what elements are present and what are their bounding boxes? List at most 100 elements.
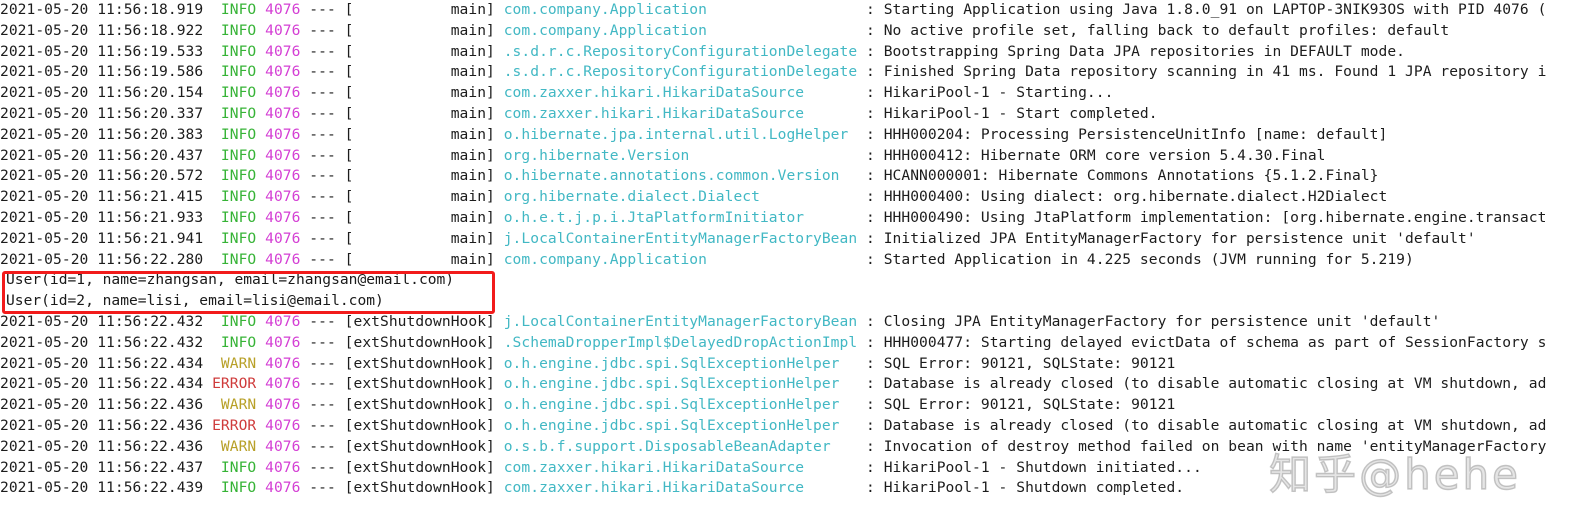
log-line: 2021-05-20 11:56:22.432 INFO 4076 --- [e… <box>0 312 1577 333</box>
log-colon: : <box>857 42 884 60</box>
log-colon: : <box>857 416 884 434</box>
log-thread: [ main] <box>344 104 504 122</box>
log-message: SQL Error: 90121, SQLState: 90121 <box>883 354 1176 372</box>
log-level: INFO <box>212 84 257 102</box>
log-timestamp: 2021-05-20 11:56:22.280 <box>0 250 213 268</box>
log-pid: 4076 <box>265 375 301 393</box>
log-pid: 4076 <box>265 21 301 39</box>
log-level: INFO <box>212 21 257 39</box>
log-logger: o.h.engine.jdbc.spi.SqlExceptionHelper <box>503 354 858 372</box>
log-pid: 4076 <box>265 104 301 122</box>
log-message: HHH000477: Starting delayed evictData of… <box>883 333 1547 351</box>
log-logger: o.h.engine.jdbc.spi.SqlExceptionHelper <box>503 396 858 414</box>
console-log-viewport[interactable]: 2021-05-20 11:56:18.919 INFO 4076 --- [ … <box>0 0 1577 524</box>
log-pid: 4076 <box>265 84 301 102</box>
log-colon: : <box>857 479 884 497</box>
log-thread: [ main] <box>344 188 504 206</box>
log-thread: [ main] <box>344 167 504 185</box>
log-separator: --- <box>300 167 345 185</box>
log-level: WARN <box>212 437 257 455</box>
log-colon: : <box>857 333 884 351</box>
log-message: SQL Error: 90121, SQLState: 90121 <box>883 396 1176 414</box>
log-level: INFO <box>212 146 257 164</box>
log-separator: --- <box>300 458 345 476</box>
log-pid: 4076 <box>265 1 301 18</box>
log-message: Database is already closed (to disable a… <box>883 416 1547 434</box>
log-colon: : <box>857 250 884 268</box>
log-separator: --- <box>300 1 345 18</box>
log-separator: --- <box>300 250 345 268</box>
log-thread: [ main] <box>344 125 504 143</box>
program-output-line: User(id=1, name=zhangsan, email=zhangsan… <box>6 271 455 289</box>
log-pid: 4076 <box>265 437 301 455</box>
log-thread: [ main] <box>344 84 504 102</box>
log-colon: : <box>857 208 884 226</box>
log-message: Starting Application using Java 1.8.0_91… <box>883 1 1547 18</box>
log-timestamp: 2021-05-20 11:56:18.919 <box>0 1 213 18</box>
log-message: Closing JPA EntityManagerFactory for per… <box>883 312 1441 330</box>
log-logger: o.s.b.f.support.DisposableBeanAdapter <box>503 437 858 455</box>
log-thread: [ main] <box>344 229 504 247</box>
log-level: WARN <box>212 396 257 414</box>
log-timestamp: 2021-05-20 11:56:20.337 <box>0 104 213 122</box>
log-separator: --- <box>300 437 345 455</box>
log-separator: --- <box>300 333 345 351</box>
log-line: 2021-05-20 11:56:22.436 WARN 4076 --- [e… <box>0 437 1577 458</box>
log-colon: : <box>857 229 884 247</box>
log-pid: 4076 <box>265 42 301 60</box>
log-level: ERROR <box>212 375 257 393</box>
log-thread: [extShutdownHook] <box>344 375 504 393</box>
program-output-line: User(id=2, name=lisi, email=lisi@email.c… <box>6 292 384 310</box>
log-logger: o.h.engine.jdbc.spi.SqlExceptionHelper <box>503 416 858 434</box>
log-logger: org.hibernate.dialect.Dialect <box>503 188 858 206</box>
log-thread: [extShutdownHook] <box>344 333 504 351</box>
log-message: HHH000490: Using JtaPlatform implementat… <box>883 208 1547 226</box>
log-logger: .SchemaDropperImpl$DelayedDropActionImpl <box>503 333 858 351</box>
log-logger: org.hibernate.Version <box>503 146 858 164</box>
log-level: INFO <box>212 42 257 60</box>
log-timestamp: 2021-05-20 11:56:22.436 <box>0 416 213 434</box>
log-level: INFO <box>212 167 257 185</box>
log-thread: [extShutdownHook] <box>344 396 504 414</box>
log-message: Bootstrapping Spring Data JPA repositori… <box>883 42 1406 60</box>
log-thread: [ main] <box>344 21 504 39</box>
log-line: 2021-05-20 11:56:18.919 INFO 4076 --- [ … <box>0 0 1577 21</box>
log-colon: : <box>857 21 884 39</box>
log-message: HHH000400: Using dialect: org.hibernate.… <box>883 188 1388 206</box>
log-logger: com.company.Application <box>503 21 858 39</box>
log-thread: [ main] <box>344 1 504 18</box>
log-separator: --- <box>300 312 345 330</box>
log-separator: --- <box>300 396 345 414</box>
log-message: HHH000204: Processing PersistenceUnitInf… <box>883 125 1388 143</box>
log-level: INFO <box>212 208 257 226</box>
log-thread: [extShutdownHook] <box>344 437 504 455</box>
log-colon: : <box>857 125 884 143</box>
log-colon: : <box>857 396 884 414</box>
log-message: Finished Spring Data repository scanning… <box>883 63 1547 81</box>
log-pid: 4076 <box>265 250 301 268</box>
log-level: INFO <box>212 188 257 206</box>
log-pid: 4076 <box>265 396 301 414</box>
log-logger: j.LocalContainerEntityManagerFactoryBean <box>503 229 858 247</box>
log-separator: --- <box>300 188 345 206</box>
log-message: HikariPool-1 - Shutdown initiated... <box>883 458 1202 476</box>
log-pid: 4076 <box>265 208 301 226</box>
log-timestamp: 2021-05-20 11:56:21.933 <box>0 208 213 226</box>
log-timestamp: 2021-05-20 11:56:22.432 <box>0 312 213 330</box>
log-logger: com.zaxxer.hikari.HikariDataSource <box>503 458 858 476</box>
log-line: 2021-05-20 11:56:22.434 WARN 4076 --- [e… <box>0 354 1577 375</box>
log-logger: com.zaxxer.hikari.HikariDataSource <box>503 479 858 497</box>
log-timestamp: 2021-05-20 11:56:20.572 <box>0 167 213 185</box>
log-line: 2021-05-20 11:56:21.415 INFO 4076 --- [ … <box>0 187 1577 208</box>
log-line: 2021-05-20 11:56:20.154 INFO 4076 --- [ … <box>0 83 1577 104</box>
log-level: ERROR <box>212 416 257 434</box>
log-level: INFO <box>212 458 257 476</box>
